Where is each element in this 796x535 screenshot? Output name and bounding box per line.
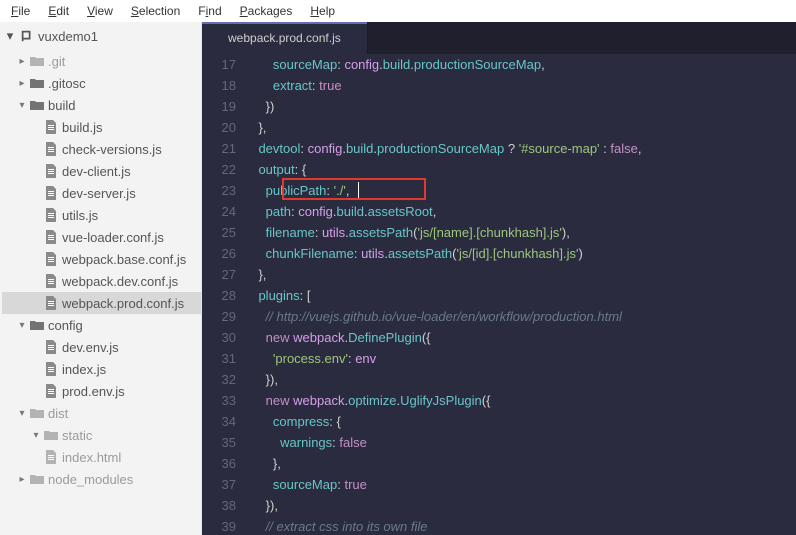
line-number: 18	[202, 75, 244, 96]
tree-file-vueloader[interactable]: vue-loader.conf.js	[2, 226, 201, 248]
tree-folder-build[interactable]: ▾ build	[2, 94, 201, 116]
line-number: 27	[202, 264, 244, 285]
menu-find[interactable]: Find	[189, 4, 230, 18]
menu-packages[interactable]: Packages	[231, 4, 302, 18]
tree-file-devserver[interactable]: dev-server.js	[2, 182, 201, 204]
file-icon	[42, 120, 60, 134]
line-number: 23	[202, 180, 244, 201]
file-icon	[42, 142, 60, 156]
tree-file-prodenv[interactable]: prod.env.js	[2, 380, 201, 402]
tree-folder-gitosc[interactable]: ▸ .gitosc	[2, 72, 201, 94]
line-number: 20	[202, 117, 244, 138]
repo-icon	[20, 29, 34, 43]
folder-open-icon	[28, 99, 46, 111]
file-icon	[42, 230, 60, 244]
menu-file[interactable]: File	[2, 4, 39, 18]
project-sidebar: ▾ vuxdemo1 ▸ .git ▸ .gitosc ▾ build	[0, 22, 202, 535]
tree-folder-git[interactable]: ▸ .git	[2, 50, 201, 72]
menu-selection[interactable]: Selection	[122, 4, 189, 18]
tree-folder-static[interactable]: ▾ static	[2, 424, 201, 446]
file-icon	[42, 340, 60, 354]
chevron-down-icon: ▾	[16, 320, 28, 331]
line-number: 25	[202, 222, 244, 243]
folder-icon	[28, 407, 46, 419]
line-number: 31	[202, 348, 244, 369]
chevron-right-icon: ▸	[16, 474, 28, 485]
tree-folder-dist[interactable]: ▾ dist	[2, 402, 201, 424]
file-icon	[42, 164, 60, 178]
line-number: 34	[202, 411, 244, 432]
file-icon	[42, 274, 60, 288]
line-number: 28	[202, 285, 244, 306]
project-root[interactable]: ▾ vuxdemo1	[0, 22, 201, 50]
tree-file-webpackprod[interactable]: webpack.prod.conf.js	[2, 292, 201, 314]
main-area: ▾ vuxdemo1 ▸ .git ▸ .gitosc ▾ build	[0, 22, 796, 535]
chevron-down-icon: ▾	[4, 28, 16, 44]
tree-file-buildjs[interactable]: build.js	[2, 116, 201, 138]
menu-help[interactable]: Help	[301, 4, 344, 18]
tab-bar: webpack.prod.conf.js	[202, 22, 796, 54]
line-number: 36	[202, 453, 244, 474]
line-number: 39	[202, 516, 244, 535]
tree-folder-nodemodules[interactable]: ▸ node_modules	[2, 468, 201, 490]
tab-webpackprod[interactable]: webpack.prod.conf.js	[202, 22, 368, 54]
chevron-down-icon: ▾	[16, 408, 28, 419]
menu-view[interactable]: View	[78, 4, 122, 18]
line-number: 33	[202, 390, 244, 411]
file-icon	[42, 296, 60, 310]
tree-file-indexhtml[interactable]: index.html	[2, 446, 201, 468]
line-number: 30	[202, 327, 244, 348]
tree-file-webpackbase[interactable]: webpack.base.conf.js	[2, 248, 201, 270]
line-number: 24	[202, 201, 244, 222]
folder-icon	[28, 77, 46, 89]
line-number: 19	[202, 96, 244, 117]
line-number: 17	[202, 54, 244, 75]
tree-file-devclient[interactable]: dev-client.js	[2, 160, 201, 182]
chevron-right-icon: ▸	[16, 56, 28, 67]
tree-file-devenv[interactable]: dev.env.js	[2, 336, 201, 358]
text-cursor	[358, 182, 359, 198]
file-icon	[42, 362, 60, 376]
tree-folder-config[interactable]: ▾ config	[2, 314, 201, 336]
file-tree: ▸ .git ▸ .gitosc ▾ build build.js check-…	[0, 50, 201, 490]
line-number: 35	[202, 432, 244, 453]
code-area[interactable]: 17 sourceMap: config.build.productionSou…	[202, 54, 796, 535]
file-icon	[42, 208, 60, 222]
editor-pane: webpack.prod.conf.js 17 sourceMap: confi…	[202, 22, 796, 535]
chevron-down-icon: ▾	[30, 430, 42, 441]
folder-icon	[42, 429, 60, 441]
tab-title: webpack.prod.conf.js	[228, 31, 341, 45]
folder-icon	[28, 55, 46, 67]
line-number: 26	[202, 243, 244, 264]
file-icon	[42, 186, 60, 200]
menu-bar: File Edit View Selection Find Packages H…	[0, 0, 796, 22]
line-number: 32	[202, 369, 244, 390]
menu-edit[interactable]: Edit	[39, 4, 78, 18]
line-number: 38	[202, 495, 244, 516]
file-icon	[42, 252, 60, 266]
line-number: 37	[202, 474, 244, 495]
tree-file-webpackdev[interactable]: webpack.dev.conf.js	[2, 270, 201, 292]
line-number: 29	[202, 306, 244, 327]
chevron-down-icon: ▾	[16, 100, 28, 111]
line-number: 22	[202, 159, 244, 180]
line-number: 21	[202, 138, 244, 159]
file-icon	[42, 450, 60, 464]
tree-file-index[interactable]: index.js	[2, 358, 201, 380]
folder-open-icon	[28, 319, 46, 331]
file-icon	[42, 384, 60, 398]
project-name: vuxdemo1	[38, 29, 98, 44]
tree-file-checkversions[interactable]: check-versions.js	[2, 138, 201, 160]
folder-icon	[28, 473, 46, 485]
chevron-right-icon: ▸	[16, 78, 28, 89]
tree-file-utils[interactable]: utils.js	[2, 204, 201, 226]
